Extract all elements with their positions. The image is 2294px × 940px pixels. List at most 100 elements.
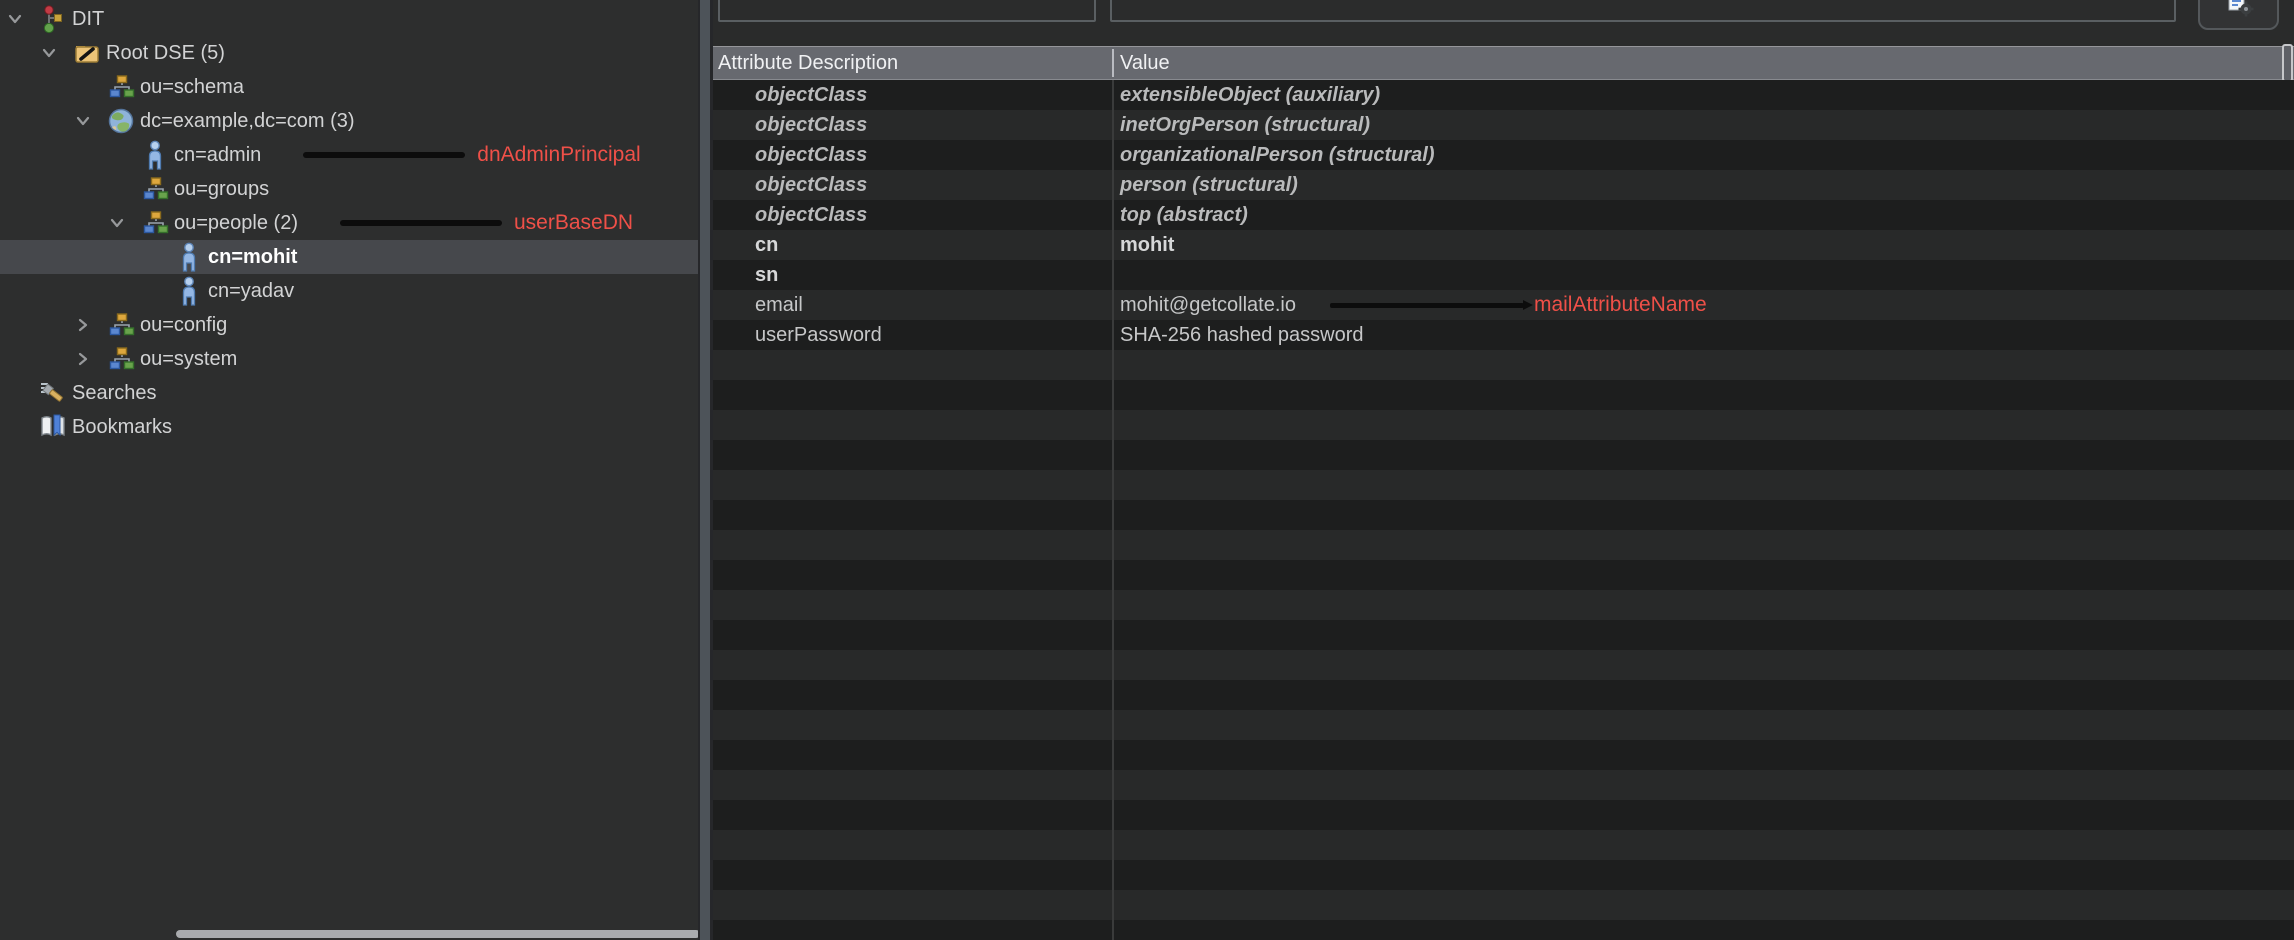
tree-item-ou-people-2-[interactable]: ou=people (2) userBaseDN (0, 206, 698, 240)
column-divider[interactable] (1112, 49, 1114, 77)
empty-row (713, 530, 2294, 560)
attribute-filter-input[interactable] (718, 0, 1096, 22)
empty-row (713, 890, 2294, 920)
tree-item-dit[interactable]: DIT (0, 2, 698, 36)
tree-item-label: ou=schema (140, 76, 244, 99)
tree-item-ou-config[interactable]: ou=config (0, 308, 698, 342)
chevron-down-icon[interactable] (38, 36, 72, 70)
attribute-row-objectClass[interactable]: objectClass inetOrgPerson (structural) (713, 110, 2294, 140)
entry-editor-settings-button[interactable] (2198, 0, 2279, 30)
attribute-description-cell: sn (755, 264, 778, 287)
annotation-label: mailAttributeName (1534, 293, 1707, 317)
attribute-row-userPassword[interactable]: userPasswordSHA-256 hashed password (713, 320, 2294, 350)
empty-row (713, 380, 2294, 410)
org-unit-icon (106, 343, 136, 375)
empty-row (713, 500, 2294, 530)
tree-item-label: cn=admin (174, 144, 261, 167)
tree-item-label: ou=groups (174, 178, 269, 201)
value-text: inetOrgPerson (structural) (1120, 114, 1370, 137)
empty-row (713, 440, 2294, 470)
empty-row (713, 770, 2294, 800)
bookmarks-icon (38, 411, 68, 443)
org-unit-icon (140, 173, 170, 205)
attribute-row-email[interactable]: emailmohit@getcollate.iomailAttributeNam… (713, 290, 2294, 320)
value-cell: inetOrgPerson (structural) (1120, 114, 1370, 137)
attribute-row-objectClass[interactable]: objectClass extensibleObject (auxiliary) (713, 80, 2294, 110)
tree-item-label: DIT (72, 8, 104, 31)
person-icon (174, 275, 204, 307)
empty-row (713, 470, 2294, 500)
chevron-right-icon[interactable] (72, 342, 106, 376)
empty-row (713, 800, 2294, 830)
attribute-row-sn[interactable]: sn (713, 260, 2294, 290)
tree-item-label: ou=system (140, 348, 237, 371)
empty-row (713, 710, 2294, 740)
value-text: organizationalPerson (structural) (1120, 144, 1435, 167)
tree-item-bookmarks[interactable]: Bookmarks (0, 410, 698, 444)
attribute-description-cell: objectClass (755, 84, 867, 107)
attribute-row-objectClass[interactable]: objectClasstop (abstract) (713, 200, 2294, 230)
value-cell: mohit@getcollate.iomailAttributeName (1120, 293, 1707, 317)
value-cell: mohit (1120, 234, 1174, 257)
tree-item-ou-groups[interactable]: ou=groups (0, 172, 698, 206)
value-cell: top (abstract) (1120, 204, 1248, 227)
attribute-description-cell: objectClass (755, 114, 867, 137)
chevron-right-icon[interactable] (72, 308, 106, 342)
empty-row (713, 560, 2294, 590)
browser-tree-panel: DITRoot DSE (5) ou=schema dc=example,dc=co… (0, 0, 698, 940)
searches-icon (38, 377, 68, 409)
empty-row (713, 590, 2294, 620)
document-gear-icon (2222, 0, 2256, 24)
person-icon (174, 241, 204, 273)
tree-item-label: cn=yadav (208, 280, 294, 303)
value-text: mohit (1120, 234, 1174, 257)
tree-item-label: Bookmarks (72, 416, 172, 439)
empty-row (713, 410, 2294, 440)
value-cell: organizationalPerson (structural) (1120, 144, 1435, 167)
attribute-description-cell: cn (755, 234, 778, 257)
tree-item-label: Root DSE (5) (106, 42, 225, 65)
tree-item-label: ou=people (2) (174, 212, 298, 235)
value-text: SHA-256 hashed password (1120, 324, 1363, 347)
tree-item-searches[interactable]: Searches (0, 376, 698, 410)
globe-icon (106, 105, 136, 137)
ldap-browser-window: DITRoot DSE (5) ou=schema dc=example,dc=co… (0, 0, 2294, 940)
empty-row (713, 650, 2294, 680)
chevron-down-icon[interactable] (4, 2, 38, 36)
chevron-down-icon[interactable] (72, 104, 106, 138)
column-header-value[interactable]: Value (1120, 47, 1170, 79)
tree-item-root-dse-5-[interactable]: Root DSE (5) (0, 36, 698, 70)
chevron-placeholder (140, 240, 174, 274)
value-text: extensibleObject (auxiliary) (1120, 84, 1380, 107)
empty-row (713, 860, 2294, 890)
chevron-placeholder (72, 70, 106, 104)
table-vertical-scrollbar[interactable] (2282, 44, 2293, 82)
value-cell: extensibleObject (auxiliary) (1120, 84, 1380, 107)
entry-editor-panel: Attribute Description Value objectClass e… (713, 0, 2294, 940)
annotation-line (340, 220, 502, 226)
annotation-line (303, 152, 465, 158)
tree-item-ou-schema[interactable]: ou=schema (0, 70, 698, 104)
tree-item-ou-system[interactable]: ou=system (0, 342, 698, 376)
attribute-row-cn[interactable]: cn mohit (713, 230, 2294, 260)
value-text: top (abstract) (1120, 204, 1248, 227)
empty-row (713, 350, 2294, 380)
tree-item-cn-admin[interactable]: cn=admindnAdminPrincipal (0, 138, 698, 172)
chevron-placeholder (140, 274, 174, 308)
empty-row (713, 620, 2294, 650)
panel-sash[interactable] (698, 0, 713, 940)
attribute-row-objectClass[interactable]: objectClassperson (structural) (713, 170, 2294, 200)
annotation-label: userBaseDN (514, 211, 633, 235)
tree-item-cn-yadav[interactable]: cn=yadav (0, 274, 698, 308)
empty-row (713, 920, 2294, 940)
tree-item-dc-example-dc-com-3-[interactable]: dc=example,dc=com (3) (0, 104, 698, 138)
attribute-row-objectClass[interactable]: objectClassorganizationalPerson (structu… (713, 140, 2294, 170)
tree-horizontal-scrollbar[interactable] (176, 930, 700, 938)
column-header-attribute-description[interactable]: Attribute Description (718, 47, 898, 79)
empty-row (713, 830, 2294, 860)
tree-item-label: cn=mohit (208, 246, 297, 269)
chevron-down-icon[interactable] (106, 206, 140, 240)
tree-item-cn-mohit[interactable]: cn=mohit (0, 240, 698, 274)
value-filter-input[interactable] (1110, 0, 2176, 22)
value-cell: person (structural) (1120, 174, 1298, 197)
